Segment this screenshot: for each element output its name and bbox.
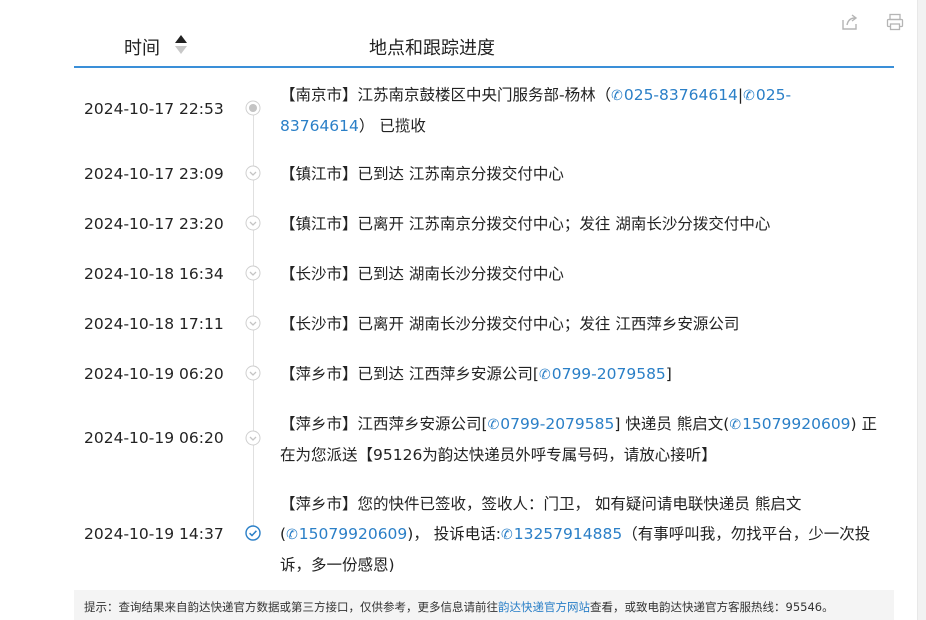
- phone-link[interactable]: ✆025-: [743, 86, 791, 104]
- phone-icon: ✆: [729, 417, 742, 433]
- event-description: 【镇江市】已到达 江苏南京分拨交付中心: [280, 165, 564, 183]
- official-site-link[interactable]: 韵达快递官方网站: [498, 600, 590, 614]
- start-dot-icon: [245, 100, 261, 116]
- phone-icon: ✆: [487, 417, 500, 433]
- phone-icon: ✆: [500, 527, 513, 543]
- event-description: 【南京市】江苏南京鼓楼区中央门服务部-杨林（✆025-83764614|✆025…: [280, 86, 792, 135]
- event-time: 2024-10-19 06:20: [84, 429, 224, 447]
- location-column-header: 地点和跟踪进度: [369, 38, 495, 59]
- event-description: 【萍乡市】已到达 江西萍乡安源公司[✆0799-2079585]: [280, 365, 672, 383]
- phone-link[interactable]: ✆0799-2079585: [488, 415, 615, 433]
- event-description: 【萍乡市】江西萍乡安源公司[✆0799-2079585] 快递员 熊启文(✆15…: [280, 415, 878, 464]
- time-column-header: 时间: [124, 38, 160, 59]
- event-time: 2024-10-17 23:20: [84, 215, 224, 233]
- sort-down-icon: [175, 46, 187, 54]
- phone-link[interactable]: ✆0799-2079585: [539, 365, 666, 383]
- phone-icon: ✆: [743, 88, 755, 104]
- event-time: 2024-10-18 17:11: [84, 315, 224, 333]
- event-description: 【长沙市】已到达 湖南长沙分拨交付中心: [280, 265, 564, 283]
- check-circle-icon: [245, 525, 261, 541]
- event-description: 【镇江市】已离开 江苏南京分拨交付中心；发往 湖南长沙分拨交付中心: [280, 215, 771, 233]
- event-time: 2024-10-19 06:20: [84, 365, 224, 383]
- chevron-down-circle-icon: [245, 165, 261, 181]
- phone-icon: ✆: [611, 88, 623, 104]
- tracking-panel: 时间 地点和跟踪进度 2024-10-17 22:53 【南京市】江苏南京鼓楼区…: [0, 0, 918, 620]
- phone-link[interactable]: ✆15079920609: [729, 415, 850, 433]
- notice-bar: 提示：查询结果来自韵达快递官方数据或第三方接口，仅供参考，更多信息请前往韵达快递…: [74, 590, 894, 620]
- phone-link[interactable]: ✆025-83764614: [611, 86, 738, 104]
- event-time: 2024-10-19 14:37: [84, 525, 224, 543]
- phone-icon: ✆: [538, 367, 551, 383]
- sort-toggle[interactable]: [174, 35, 188, 55]
- event-description: 【长沙市】已离开 湖南长沙分拨交付中心；发往 江西萍乡安源公司: [280, 315, 740, 333]
- phone-link[interactable]: ✆15079920609: [286, 525, 407, 543]
- chevron-down-circle-icon: [245, 430, 261, 446]
- sort-up-icon: [175, 35, 187, 43]
- phone-link[interactable]: ✆13257914885: [501, 525, 622, 543]
- chevron-down-circle-icon: [245, 215, 261, 231]
- table-header: 时间 地点和跟踪进度: [74, 28, 894, 68]
- phone-icon: ✆: [286, 527, 298, 543]
- phone-link-continued[interactable]: 83764614: [280, 117, 359, 135]
- chevron-down-circle-icon: [245, 315, 261, 331]
- event-time: 2024-10-17 23:09: [84, 165, 224, 183]
- chevron-down-circle-icon: [245, 365, 261, 381]
- event-description: 【萍乡市】您的快件已签收，签收人：门卫， 如有疑问请电联快递员 熊启文 (✆15…: [280, 495, 871, 574]
- event-time: 2024-10-18 16:34: [84, 265, 224, 283]
- event-time: 2024-10-17 22:53: [84, 100, 224, 118]
- chevron-down-circle-icon: [245, 265, 261, 281]
